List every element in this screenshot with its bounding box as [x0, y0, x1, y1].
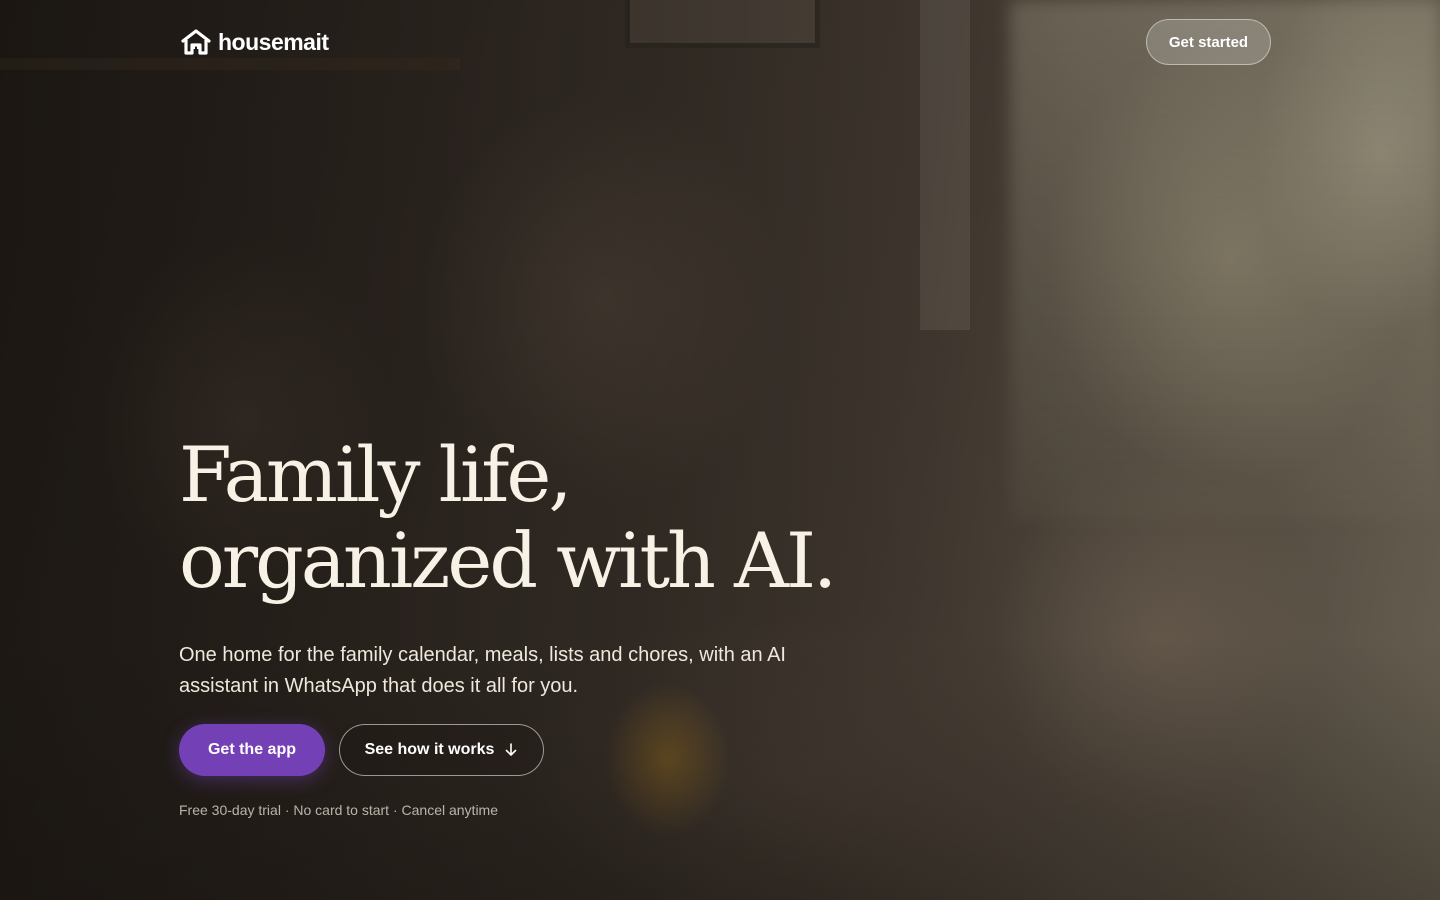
trial-fineprint: Free 30-day trial · No card to start · C… [179, 802, 499, 818]
site-header: housemait Get started [0, 0, 1440, 84]
brand-name: housemait [218, 28, 329, 55]
see-how-it-works-label: See how it works [364, 741, 495, 758]
headline-line-2: organized with AI. [179, 516, 837, 605]
hero-section: Family life, organized with AI. One home… [179, 432, 879, 818]
get-started-button[interactable]: Get started [1146, 19, 1271, 65]
hero-headline: Family life, organized with AI. [179, 432, 879, 604]
get-the-app-button[interactable]: Get the app [179, 724, 325, 776]
see-how-it-works-button[interactable]: See how it works [339, 724, 544, 776]
brand-logo-link[interactable]: housemait [180, 28, 329, 56]
headline-line-1: Family life, [179, 430, 573, 519]
cta-row: Get the app See how it works [179, 724, 544, 776]
house-icon [181, 29, 211, 55]
arrow-down-icon [506, 743, 517, 756]
hero-subtitle: One home for the family calendar, meals,… [179, 644, 786, 697]
